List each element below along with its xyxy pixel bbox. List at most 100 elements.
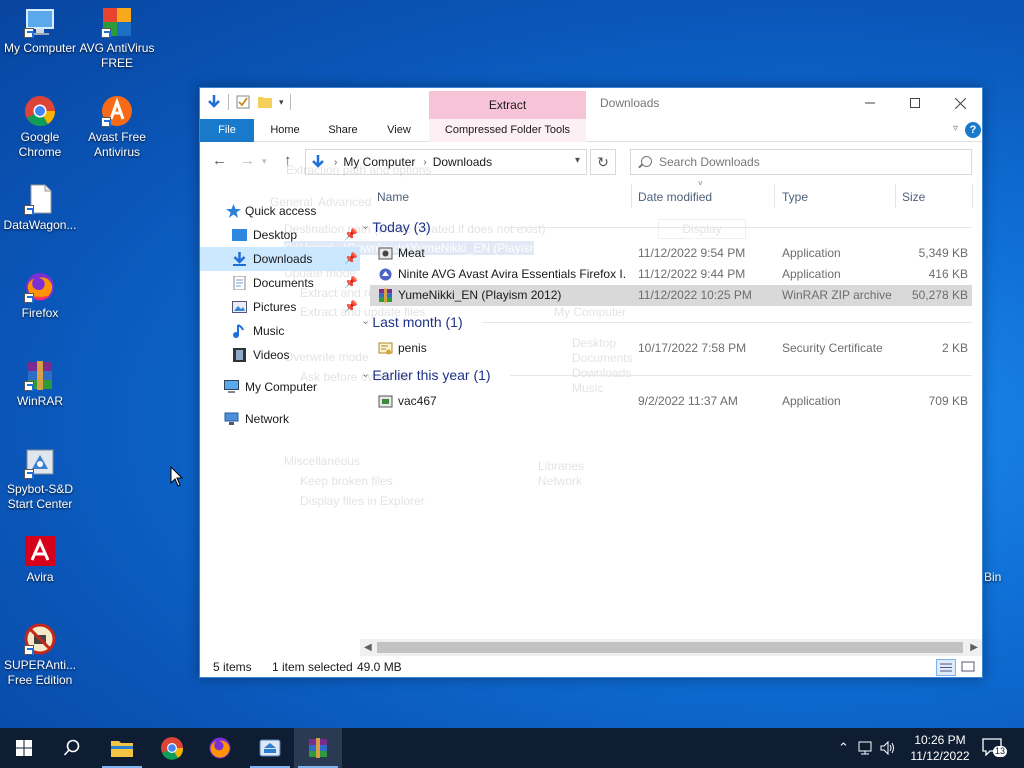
tab-view[interactable]: View	[377, 119, 421, 142]
desktop-icon-label: My Computer	[3, 41, 77, 55]
taskbar-file-explorer[interactable]	[98, 728, 146, 768]
app-icon	[378, 247, 393, 260]
address-dropdown-icon[interactable]: ▾	[575, 155, 580, 166]
document-icon	[24, 183, 56, 215]
close-button[interactable]	[937, 88, 983, 118]
desktop-icon-datawagon[interactable]: DataWagon...	[0, 183, 80, 233]
horizontal-scrollbar[interactable]: ◀ ▶	[360, 639, 982, 656]
nav-desktop[interactable]: Desktop 📌	[200, 223, 360, 247]
desktop-icon-spybot[interactable]: Spybot-S&D Start Center	[0, 447, 80, 512]
large-icons-view-button[interactable]	[959, 659, 979, 676]
status-item-count: 5 items	[213, 660, 252, 674]
file-row[interactable]: Meat 11/12/2022 9:54 PM Application 5,34…	[370, 243, 972, 264]
recent-locations-chevron-icon[interactable]: ▾	[262, 156, 267, 167]
column-divider[interactable]	[895, 184, 896, 208]
breadcrumb-downloads[interactable]: Downloads	[433, 155, 492, 169]
help-icon[interactable]: ?	[965, 122, 981, 138]
pin-icon[interactable]: 📌	[344, 271, 358, 295]
minimize-button[interactable]	[847, 88, 893, 118]
properties-checkbox-icon[interactable]	[235, 94, 251, 110]
taskbar-clock[interactable]: 10:26 PM 11/12/2022	[908, 732, 972, 764]
refresh-button[interactable]: ↻	[590, 149, 616, 175]
new-folder-icon[interactable]	[257, 94, 273, 110]
context-tab-extract[interactable]: Extract	[429, 91, 586, 119]
taskbar-firefox[interactable]	[196, 728, 244, 768]
show-hidden-icons-chevron-icon[interactable]: ⌃	[838, 740, 849, 756]
shortcut-arrow-icon	[101, 117, 111, 127]
group-header-last-month[interactable]: › Last month (1)	[360, 310, 972, 334]
nav-network[interactable]: Network	[200, 407, 360, 431]
nav-my-computer[interactable]: My Computer	[200, 375, 360, 399]
column-divider[interactable]	[774, 184, 775, 208]
up-arrow-icon[interactable]: ↑	[284, 152, 292, 169]
file-row[interactable]: Ninite AVG Avast Avira Essentials Firefo…	[370, 264, 972, 285]
tab-file[interactable]: File	[200, 119, 254, 142]
file-type: Application	[782, 246, 841, 260]
tab-compressed-folder-tools[interactable]: Compressed Folder Tools	[429, 119, 586, 142]
breadcrumb-chevron-icon[interactable]: ›	[423, 157, 426, 168]
explorer-window[interactable]: ▾ Extract Downloads File Home Share View…	[199, 87, 983, 678]
customize-toolbar-chevron-icon[interactable]: ▾	[279, 97, 284, 108]
column-header-size[interactable]: Size	[902, 188, 925, 212]
scroll-left-arrow-icon[interactable]: ◀	[364, 639, 372, 656]
breadcrumb-my-computer[interactable]: My Computer	[343, 155, 415, 169]
scrollbar-thumb[interactable]	[377, 642, 963, 653]
network-icon[interactable]	[857, 740, 875, 756]
nav-music[interactable]: Music	[200, 319, 360, 343]
maximize-icon	[910, 98, 920, 108]
recycle-bin-label[interactable]: Bin	[984, 570, 1001, 584]
download-arrow-icon[interactable]	[206, 94, 222, 110]
forward-arrow-icon[interactable]: →	[240, 152, 255, 169]
taskbar-chrome[interactable]	[148, 728, 196, 768]
desktop-icon-avg[interactable]: AVG AntiVirus FREE	[77, 6, 157, 71]
details-view-button[interactable]	[936, 659, 956, 676]
desktop-icon-chrome[interactable]: Google Chrome	[0, 95, 80, 160]
column-header-date[interactable]: Date modified	[638, 188, 712, 212]
column-divider[interactable]	[972, 184, 973, 208]
nav-documents[interactable]: Documents 📌	[200, 271, 360, 295]
nav-downloads[interactable]: Downloads 📌	[200, 247, 360, 271]
breadcrumb-chevron-icon[interactable]: ›	[334, 157, 337, 168]
address-bar[interactable]: › My Computer › Downloads ▾	[305, 149, 587, 175]
start-button[interactable]	[0, 728, 48, 768]
tab-share[interactable]: Share	[320, 119, 366, 142]
column-header-name[interactable]: Name	[377, 188, 409, 212]
desktop-icon-superantispyware[interactable]: SUPERAnti... Free Edition	[0, 623, 80, 688]
taskbar-winrar[interactable]	[294, 728, 342, 768]
column-header-type[interactable]: Type	[782, 188, 808, 212]
desktop-icon-my-computer[interactable]: My Computer	[0, 6, 80, 56]
group-header-today[interactable]: › Today (3)	[360, 215, 972, 239]
scroll-right-arrow-icon[interactable]: ▶	[970, 639, 978, 656]
desktop-icon-avira[interactable]: Avira	[0, 535, 80, 585]
back-arrow-icon[interactable]: ←	[212, 152, 227, 169]
file-row[interactable]: vac467 9/2/2022 11:37 AM Application 709…	[370, 391, 972, 412]
file-row-selected[interactable]: YumeNikki_EN (Playism 2012) 11/12/2022 1…	[370, 285, 972, 306]
collapse-chevron-icon: ›	[360, 225, 372, 229]
file-row[interactable]: penis 10/17/2022 7:58 PM Security Certif…	[370, 338, 972, 359]
folder-icon	[111, 741, 133, 757]
volume-icon[interactable]	[879, 740, 897, 756]
desktop-icon-firefox[interactable]: Firefox	[0, 271, 80, 321]
pin-icon[interactable]: 📌	[344, 295, 358, 319]
file-size: 50,278 KB	[911, 288, 968, 302]
desktop-icon-avast[interactable]: Avast Free Antivirus	[77, 95, 157, 160]
nav-label: Music	[253, 324, 285, 338]
taskbar-winrar-extract[interactable]	[246, 728, 294, 768]
search-button[interactable]	[48, 728, 96, 768]
documents-icon	[233, 276, 246, 290]
pin-icon[interactable]: 📌	[344, 223, 358, 247]
extract-archive-icon	[259, 739, 281, 757]
tab-home[interactable]: Home	[262, 119, 308, 142]
search-input[interactable]: Search Downloads	[630, 149, 972, 175]
expand-ribbon-chevron-icon[interactable]: ▿	[953, 123, 958, 134]
notification-center-button[interactable]: 13	[982, 738, 1008, 758]
title-bar[interactable]: ▾ Extract Downloads	[200, 88, 982, 119]
maximize-button[interactable]	[892, 88, 938, 118]
desktop-icon-winrar[interactable]: WinRAR	[0, 359, 80, 409]
nav-pictures[interactable]: Pictures 📌	[200, 295, 360, 319]
column-divider[interactable]	[631, 184, 632, 208]
nav-quick-access[interactable]: Quick access	[200, 199, 360, 223]
pin-icon[interactable]: 📌	[344, 247, 358, 271]
nav-videos[interactable]: Videos	[200, 343, 360, 367]
group-header-earlier-this-year[interactable]: › Earlier this year (1)	[360, 363, 972, 387]
